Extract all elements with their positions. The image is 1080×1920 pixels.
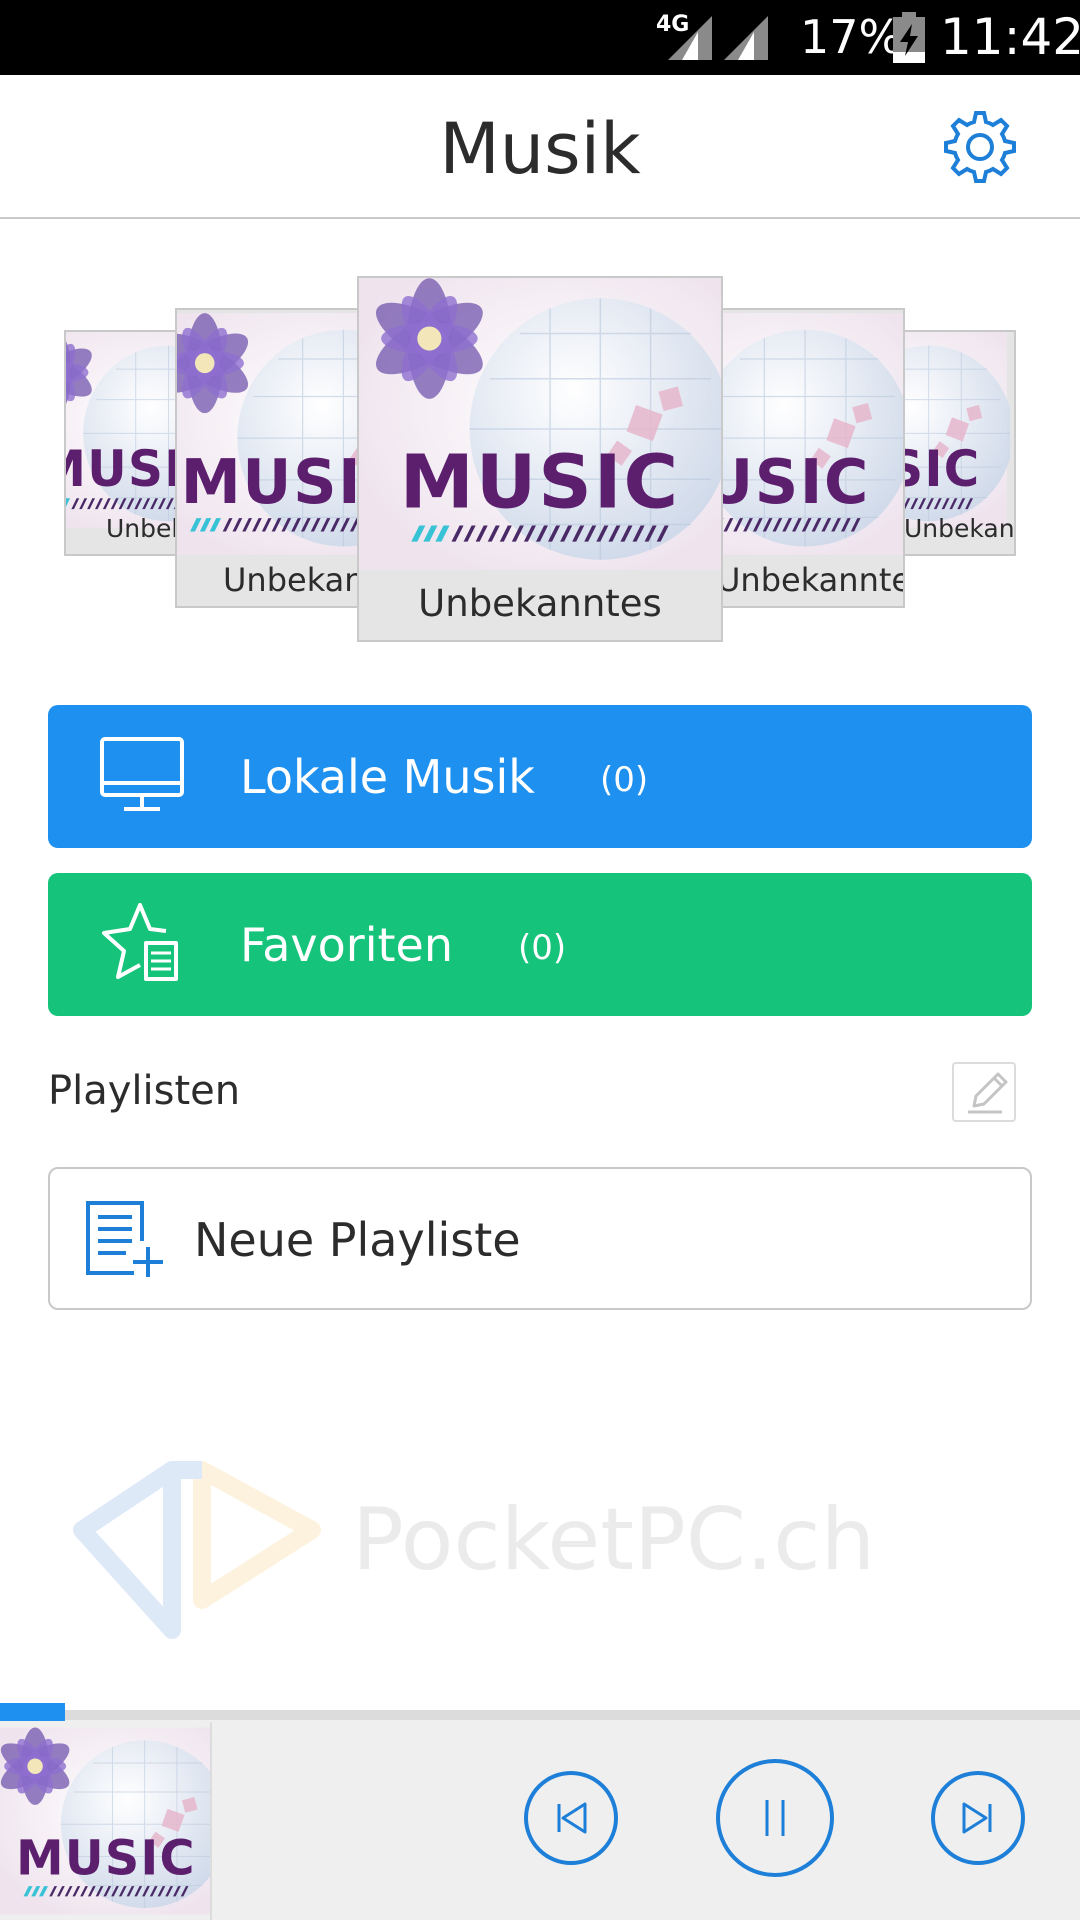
watermark-logo <box>73 1461 321 1639</box>
album-label: Unbekanntes <box>717 561 903 599</box>
star-list-icon <box>102 903 178 981</box>
battery-percent: 17% <box>800 10 903 64</box>
previous-icon <box>557 1802 587 1834</box>
album-carousel[interactable]: Unbekanntes Unbekanntes Unbekanntes Unbe… <box>0 270 1080 650</box>
album-art <box>717 312 903 556</box>
gear-icon <box>944 111 1016 183</box>
local-music-label: Lokale Musik <box>240 750 535 804</box>
next-button[interactable] <box>931 1771 1025 1865</box>
local-music-button[interactable]: Lokale Musik (0) <box>48 705 1032 848</box>
signal-icon <box>668 16 712 60</box>
album-card-active[interactable]: Unbekanntes <box>357 276 723 642</box>
monitor-icon <box>100 737 184 811</box>
watermark: PocketPC.ch <box>72 1450 875 1650</box>
favorites-count: (0) <box>518 928 567 968</box>
album-art <box>0 1727 210 1915</box>
new-playlist-button[interactable]: Neue Playliste <box>48 1167 1032 1310</box>
album-art <box>177 312 363 556</box>
settings-button[interactable] <box>940 107 1020 187</box>
album-art <box>904 332 1011 528</box>
album-card[interactable]: Unbekanntes <box>175 308 365 608</box>
local-music-count: (0) <box>600 760 649 800</box>
watermark-text: PocketPC.ch <box>352 1490 876 1590</box>
pause-icon <box>765 1800 785 1836</box>
pause-button[interactable] <box>716 1759 834 1877</box>
previous-button[interactable] <box>524 1771 618 1865</box>
album-card[interactable]: Unbekanntes <box>715 308 905 608</box>
album-label: Unbekanntes <box>904 514 1015 543</box>
new-playlist-label: Neue Playliste <box>194 1213 521 1267</box>
signal-icon <box>724 16 768 60</box>
favorites-button[interactable]: Favoriten (0) <box>48 873 1032 1016</box>
playlists-heading: Playlisten <box>48 1068 241 1114</box>
playback-progress[interactable] <box>0 1703 65 1721</box>
next-icon <box>962 1802 992 1834</box>
album-card[interactable]: Unbekanntes <box>902 330 1016 556</box>
page-title: Musik <box>439 108 641 190</box>
favorites-label: Favoriten <box>240 918 453 972</box>
edit-playlists-button[interactable] <box>952 1062 1016 1122</box>
album-label: Unbekanntes <box>418 582 662 625</box>
album-art <box>359 278 721 570</box>
playlist-add-icon <box>86 1201 163 1277</box>
now-playing-art[interactable] <box>0 1722 212 1920</box>
clock: 11:42 <box>940 8 1080 66</box>
edit-icon <box>968 1072 1008 1114</box>
app-header: Musik <box>0 75 1080 219</box>
status-bar: 4G 17% 11:42 <box>0 0 1080 75</box>
battery-charging-icon <box>893 12 925 63</box>
album-label: Unbekanntes <box>223 561 365 599</box>
